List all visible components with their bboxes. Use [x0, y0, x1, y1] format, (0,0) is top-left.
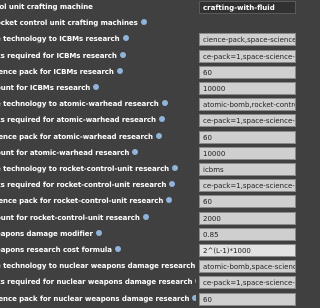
- setting-row: eapons damage modifier 0.85: [0, 226, 296, 243]
- setting-label-text: ks required for ICBMs research: [0, 51, 126, 60]
- setting-label: ks required for ICBMs research: [0, 48, 196, 65]
- info-icon[interactable]: [132, 148, 139, 155]
- setting-textfield[interactable]: ce-pack=1,space-science-pac: [199, 179, 296, 193]
- setting-label-text: e technology to rocket-control-unit rese…: [0, 165, 179, 173]
- setting-row: ocket control unit crafting machines: [0, 15, 288, 32]
- setting-label-text: ocket control unit crafting machines: [0, 19, 147, 27]
- setting-label: eapons damage modifier: [0, 226, 196, 243]
- setting-label: eapons research cost formula: [0, 242, 196, 259]
- setting-label-text: ount for atomic-warhead research: [0, 148, 139, 157]
- setting-label: ount for rocket-control-unit research: [0, 210, 196, 227]
- setting-label-text: e technology to atomic-warhead research: [0, 100, 168, 108]
- setting-label: e technology to nuclear weapons damage r…: [0, 258, 196, 275]
- setting-textfield[interactable]: 60: [199, 65, 296, 79]
- setting-dropdown[interactable]: crafting-with-fluid: [199, 1, 296, 14]
- info-icon[interactable]: [169, 181, 176, 188]
- setting-textfield[interactable]: 60: [199, 292, 296, 306]
- setting-label-text: ks required for rocket-control-unit rese…: [0, 181, 176, 189]
- setting-row: ount for rocket-control-unit research 200…: [0, 210, 296, 227]
- info-icon[interactable]: [192, 294, 196, 301]
- setting-label-text: ience pack for atomic-warhead research: [0, 132, 162, 141]
- setting-label: ience pack for rocket-control-unit resea…: [0, 193, 196, 210]
- setting-label: e technology to atomic-warhead research: [0, 96, 196, 113]
- info-icon[interactable]: [158, 116, 165, 123]
- setting-row: rol unit crafting machine crafting-with-f…: [0, 0, 296, 16]
- info-icon[interactable]: [116, 67, 123, 74]
- setting-textfield[interactable]: atomic-bomb,rocket-control-u: [199, 98, 296, 112]
- setting-row: e technology to rocket-control-unit rese…: [0, 161, 296, 178]
- setting-row: ks required for ICBMs research ce-pack=1,…: [0, 48, 296, 65]
- setting-row: ience pack for rocket-control-unit resea…: [0, 193, 296, 210]
- setting-textfield[interactable]: 60: [199, 130, 296, 144]
- setting-row: ience pack for nuclear weapons damage re…: [0, 291, 296, 308]
- setting-label: ks required for rocket-control-unit rese…: [0, 177, 196, 194]
- setting-label-text: ount for rocket-control-unit research: [0, 213, 149, 222]
- info-icon[interactable]: [166, 197, 173, 204]
- setting-row: ount for atomic-warhead research 10000: [0, 145, 296, 162]
- setting-textfield[interactable]: 0.85: [199, 227, 296, 241]
- setting-textfield[interactable]: icbms: [199, 163, 296, 176]
- info-icon[interactable]: [172, 165, 179, 171]
- setting-label: ount for ICBMs research: [0, 80, 196, 97]
- setting-textfield[interactable]: ce-pack=1,space-science-pac: [199, 49, 296, 63]
- setting-label-text: ience pack for nuclear weapons damage re…: [0, 294, 196, 303]
- setting-row: ks required for atomic-warhead research c…: [0, 112, 296, 129]
- setting-row: e technology to ICBMs research cience-pac…: [0, 31, 296, 48]
- info-icon[interactable]: [142, 213, 149, 220]
- setting-row: ks required for nuclear weapons damage r…: [0, 274, 296, 291]
- setting-label-text: e technology to ICBMs research: [0, 35, 129, 43]
- setting-label-text: rol unit crafting machine: [0, 3, 93, 11]
- setting-row: e technology to nuclear weapons damage r…: [0, 258, 296, 275]
- setting-row: ks required for rocket-control-unit rese…: [0, 177, 296, 194]
- info-icon[interactable]: [114, 246, 121, 252]
- setting-textfield[interactable]: 2^(L-1)*1000: [199, 244, 296, 257]
- setting-textfield[interactable]: cience-pack,space-science-pa: [199, 33, 296, 47]
- setting-row: ount for ICBMs research 10000: [0, 80, 296, 97]
- setting-textfield[interactable]: atomic-bomb,space-science-p: [199, 260, 296, 274]
- info-icon[interactable]: [140, 19, 147, 26]
- setting-label-text: ks required for nuclear weapons damage r…: [0, 278, 196, 286]
- setting-row: eapons research cost formula 2^(L-1)*1000: [0, 242, 296, 259]
- info-icon[interactable]: [195, 278, 196, 285]
- info-icon[interactable]: [122, 35, 129, 42]
- mod-settings-table: rol unit crafting machine crafting-with-f…: [0, 0, 296, 306]
- setting-textfield[interactable]: 10000: [199, 82, 296, 95]
- setting-label-text: ount for ICBMs research: [0, 84, 100, 92]
- info-icon[interactable]: [95, 229, 102, 236]
- info-icon[interactable]: [155, 132, 162, 139]
- setting-label-text: eapons research cost formula: [0, 246, 121, 254]
- setting-label: ks required for atomic-warhead research: [0, 112, 196, 129]
- setting-textfield[interactable]: 60: [199, 195, 296, 209]
- setting-row: ience pack for atomic-warhead research 60: [0, 129, 296, 146]
- setting-row: e technology to atomic-warhead research a…: [0, 96, 296, 113]
- info-icon[interactable]: [119, 51, 126, 58]
- setting-label: ience pack for atomic-warhead research: [0, 129, 196, 146]
- setting-label-text: ience pack for ICBMs research: [0, 67, 123, 76]
- setting-label: ience pack for ICBMs research: [0, 64, 196, 81]
- setting-label-text: ks required for atomic-warhead research: [0, 116, 165, 124]
- setting-textfield[interactable]: ce-pack=1,space-science-pac: [199, 114, 296, 128]
- setting-label-text: eapons damage modifier: [0, 229, 102, 238]
- setting-textfield[interactable]: 2000: [199, 211, 296, 225]
- setting-label: e technology to ICBMs research: [0, 31, 196, 48]
- setting-textfield[interactable]: ce-pack=1,space-science-pac: [199, 276, 296, 290]
- info-icon[interactable]: [93, 84, 100, 90]
- setting-label: rol unit crafting machine: [0, 0, 196, 16]
- setting-label: e technology to rocket-control-unit rese…: [0, 161, 196, 178]
- setting-label: ount for atomic-warhead research: [0, 145, 196, 162]
- setting-label: ience pack for nuclear weapons damage re…: [0, 291, 196, 308]
- setting-row: ience pack for ICBMs research 60: [0, 64, 296, 81]
- setting-label: ocket control unit crafting machines: [0, 15, 196, 32]
- setting-label-text: ience pack for rocket-control-unit resea…: [0, 197, 173, 205]
- setting-textfield[interactable]: 10000: [199, 146, 296, 160]
- info-icon[interactable]: [161, 100, 168, 107]
- setting-label: ks required for nuclear weapons damage r…: [0, 274, 196, 291]
- setting-label-text: e technology to nuclear weapons damage r…: [0, 262, 196, 270]
